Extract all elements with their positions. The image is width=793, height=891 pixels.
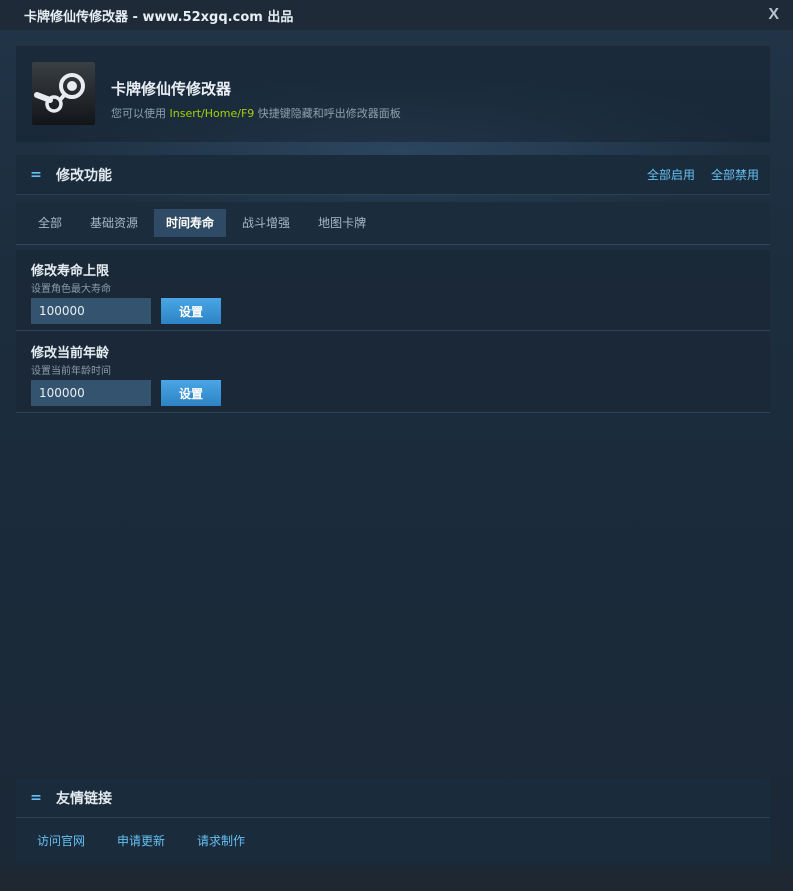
links-header: = 友情链接: [16, 778, 770, 818]
request-update-link[interactable]: 申请更新: [117, 832, 165, 849]
functions-title: 修改功能: [56, 167, 112, 184]
app-header: 卡牌修仙传修改器 您可以使用 Insert/Home/F9 快捷键隐藏和呼出修改…: [16, 46, 770, 142]
status-strip: [0, 869, 793, 891]
main-panel: 卡牌修仙传修改器 您可以使用 Insert/Home/F9 快捷键隐藏和呼出修改…: [0, 30, 793, 891]
feature-title: 修改寿命上限: [31, 264, 110, 279]
tab-combat-boost[interactable]: 战斗增强: [230, 209, 302, 237]
menu-icon: =: [30, 166, 42, 183]
enable-all-link[interactable]: 全部启用: [647, 166, 695, 183]
title-bar: 卡牌修仙传修改器 - www.52xgq.com 出品 X: [0, 0, 793, 30]
friend-links: 访问官网 申请更新 请求制作: [16, 818, 770, 863]
app-name: 卡牌修仙传修改器: [111, 80, 232, 98]
lifespan-limit-input[interactable]: [31, 298, 151, 324]
tab-map-cards[interactable]: 地图卡牌: [306, 209, 378, 237]
set-lifespan-button[interactable]: 设置: [161, 298, 221, 324]
set-age-button[interactable]: 设置: [161, 380, 221, 406]
tab-time-lifespan[interactable]: 时间寿命: [154, 209, 227, 237]
current-age-input[interactable]: [31, 380, 151, 406]
window-title: 卡牌修仙传修改器 - www.52xgq.com 出品: [24, 9, 294, 25]
feature-desc: 设置当前年龄时间: [31, 366, 111, 377]
close-button[interactable]: X: [768, 6, 779, 24]
tab-all[interactable]: 全部: [26, 209, 74, 237]
hint-suffix: 快捷键隐藏和呼出修改器面板: [254, 107, 401, 120]
category-tabs: 全部 基础资源 时间寿命 战斗增强 地图卡牌: [16, 202, 770, 245]
hint-hotkeys: Insert/Home/F9: [169, 107, 255, 120]
visit-website-link[interactable]: 访问官网: [37, 832, 85, 849]
tab-basic-resources[interactable]: 基础资源: [78, 209, 150, 237]
feature-lifespan-limit: 修改寿命上限 设置角色最大寿命 设置: [16, 250, 770, 331]
feature-title: 修改当前年龄: [31, 346, 110, 361]
hotkey-hint: 您可以使用 Insert/Home/F9 快捷键隐藏和呼出修改器面板: [111, 105, 401, 121]
steam-logo-icon: [32, 62, 95, 125]
hint-prefix: 您可以使用: [111, 107, 170, 120]
feature-desc: 设置角色最大寿命: [31, 284, 111, 295]
disable-all-link[interactable]: 全部禁用: [711, 166, 759, 183]
request-creation-link[interactable]: 请求制作: [197, 832, 245, 849]
feature-current-age: 修改当前年龄 设置当前年龄时间 设置: [16, 332, 770, 413]
functions-header: = 修改功能 全部启用 全部禁用: [16, 155, 770, 195]
menu-icon: =: [30, 789, 42, 806]
links-title: 友情链接: [56, 790, 112, 807]
